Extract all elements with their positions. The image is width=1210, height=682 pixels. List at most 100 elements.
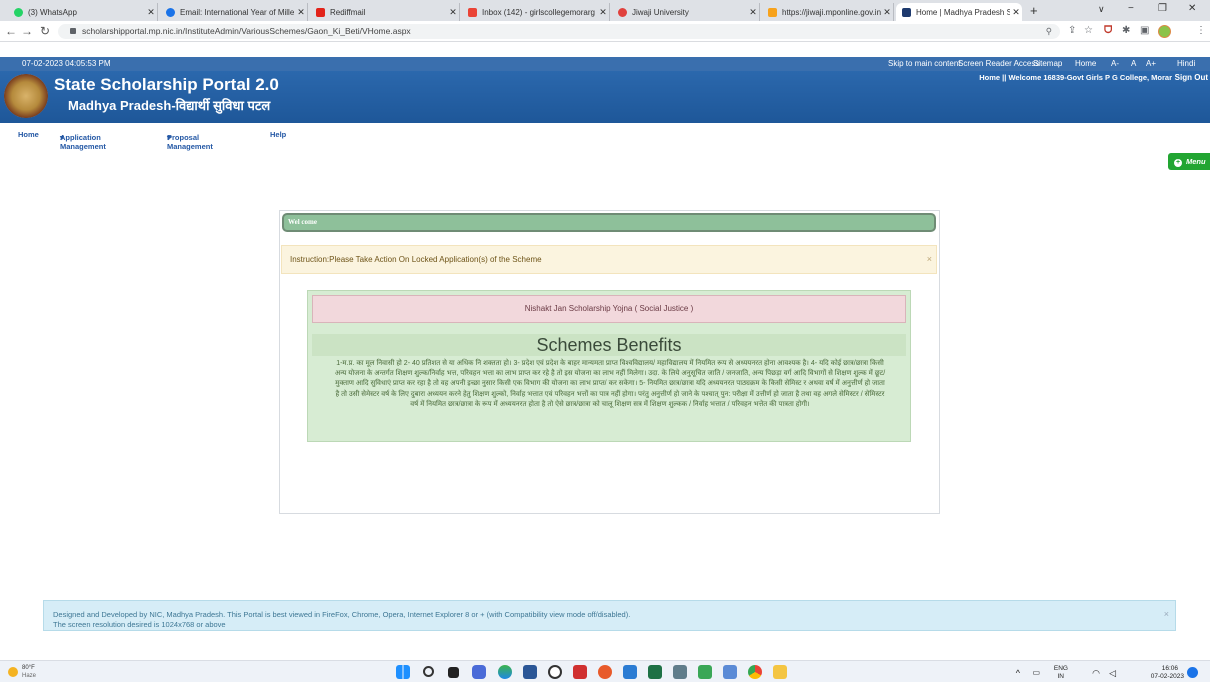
calculator-icon[interactable] [673,665,687,679]
whatsapp-icon [14,7,23,17]
tab-gmail[interactable]: Inbox (142) - girlscollegemorarg ✕ [462,3,610,21]
bookmark-star-icon[interactable]: ☆ [1084,25,1093,36]
instruction-text: Instruction:Please Take Action On Locked… [290,255,542,264]
store-icon[interactable] [523,665,537,679]
start-windows-icon[interactable] [396,665,410,679]
sign-out-link[interactable]: Sign Out [1175,73,1208,82]
site-header: State Scholarship Portal 2.0 Madhya Prad… [0,71,1210,123]
footer-credit: Designed and Developed by NIC, Madhya Pr… [53,610,631,619]
share-icon[interactable]: ⇪ [1068,25,1076,36]
footer-close-icon[interactable]: × [1164,609,1169,619]
task-view-icon[interactable] [448,667,459,678]
email-icon [166,7,175,17]
url-bar[interactable]: scholarshipportal.mp.nic.in/InstituteAdm… [58,24,1060,39]
home-top-link[interactable]: Home [1075,59,1096,68]
dropdown-caret-icon: ▾ [167,133,171,142]
menu-toggle-button[interactable]: + Menu [1168,153,1210,170]
chevron-up-icon[interactable]: ^ [1016,668,1020,678]
dell-icon[interactable] [548,665,562,679]
welcome-bar: Wel come [282,213,936,232]
sitemap-link[interactable]: Sitemap [1033,59,1062,68]
gmail-icon [468,7,477,17]
tab-close-icon[interactable]: ✕ [145,7,157,18]
extension-icon[interactable]: ᗜ [1104,25,1112,36]
portal-icon [902,7,911,17]
address-toolbar: ← → ↻ scholarshipportal.mp.nic.in/Instit… [0,21,1210,42]
window-close-button[interactable]: ✕ [1188,3,1196,14]
plus-icon: + [1174,159,1182,167]
tab-mponline[interactable]: https://jiwaji.mponline.gov.in/p ✕ [762,3,894,21]
tab-close-icon[interactable]: ✕ [295,7,307,18]
files-icon[interactable] [698,665,712,679]
chrome-icon[interactable] [748,665,762,679]
menu-help[interactable]: Help [270,130,286,139]
screen-reader-link[interactable]: Screen Reader Access [958,59,1039,68]
benefits-heading: Schemes Benefits [312,334,906,356]
font-decrease-link[interactable]: A- [1111,59,1119,68]
font-normal-link[interactable]: A [1131,59,1136,68]
clock-time: 16:06 [1161,665,1178,672]
tab-close-icon[interactable]: ✕ [597,7,609,18]
maximize-button[interactable]: ❐ [1158,3,1167,14]
tab-rediffmail[interactable]: Rediffmail ✕ [310,3,460,21]
profile-avatar[interactable] [1158,25,1171,38]
windows-taskbar: 80°F Haze ^ ▭ ENG IN ◠ ◁ 16:06 07-02-202… [0,660,1210,682]
excel-icon[interactable] [648,665,662,679]
skip-to-content-link[interactable]: Skip to main content [888,59,960,68]
url-text: scholarshipportal.mp.nic.in/InstituteAdm… [82,26,411,36]
benefits-text: 1-म.प्र. का मूल निवासी हो 2- 40 प्रतिशत … [334,360,886,408]
forward-icon[interactable]: → [20,24,34,38]
browser-menu-icon[interactable]: ⋮ [1196,25,1206,36]
tab-close-icon[interactable]: ✕ [881,7,893,18]
keyboard-icon[interactable]: ▭ [1032,668,1040,677]
chat-icon[interactable] [472,665,486,679]
menu-home[interactable]: Home [18,130,39,139]
lock-icon [70,28,76,34]
zoom-icon[interactable]: ⚲ [1046,24,1052,39]
hindi-link[interactable]: Hindi [1177,59,1195,68]
tab-close-icon[interactable]: ✕ [447,7,459,18]
sun-icon [8,667,18,677]
browser-tab-bar: (3) WhatsApp ✕ Email: International Year… [0,0,1210,21]
main-menu: Home Application Management ▾ Proposal M… [18,130,287,151]
minimize-button[interactable]: − [1128,3,1134,14]
file-explorer-icon[interactable] [773,665,787,679]
instruction-alert: Instruction:Please Take Action On Locked… [281,245,937,274]
welcome-text: Home || Welcome 16839-Govt Girls P G Col… [979,73,1172,82]
alert-close-icon[interactable]: × [927,246,932,273]
tab-scholarship-active[interactable]: Home | Madhya Pradesh Schola ✕ [896,3,1022,21]
tab-close-icon[interactable]: ✕ [747,7,759,18]
back-icon[interactable]: ← [4,24,18,38]
reload-icon[interactable]: ↻ [38,24,52,38]
mcafee-icon[interactable] [573,665,587,679]
scheme-name[interactable]: Nishakt Jan Scholarship Yojna ( Social J… [312,295,906,323]
photos-icon[interactable] [723,665,737,679]
site-footer: Designed and Developed by NIC, Madhya Pr… [43,600,1176,631]
jiwaji-icon [618,7,627,17]
footer-resolution-note: The screen resolution desired is 1024x76… [53,620,226,629]
font-increase-link[interactable]: A+ [1146,59,1156,68]
site-title: State Scholarship Portal 2.0 [54,75,279,94]
wifi-icon[interactable]: ◠ [1092,668,1100,679]
tab-search-button[interactable]: ∨ [1098,4,1105,15]
current-datetime: 07-02-2023 04:05:53 PM [22,59,111,68]
tab-jiwaji[interactable]: Jiwaji University ✕ [612,3,760,21]
tab-whatsapp[interactable]: (3) WhatsApp ✕ [8,3,158,21]
word-icon[interactable] [623,665,637,679]
edge-icon[interactable] [498,665,512,679]
site-subtitle: Madhya Pradesh-विद्यार्थी सुविधा पटल [68,98,271,113]
mp-emblem-logo [4,74,48,118]
dropdown-caret-icon: ▾ [60,133,64,142]
volume-icon[interactable]: ◁ [1109,668,1116,679]
scheme-box: Nishakt Jan Scholarship Yojna ( Social J… [307,290,911,442]
new-tab-button[interactable]: + [1030,3,1038,18]
sidepanel-icon[interactable]: ▣ [1140,25,1149,36]
app-icon[interactable] [598,665,612,679]
search-icon[interactable] [423,666,434,677]
extensions-puzzle-icon[interactable]: ✱ [1122,25,1130,36]
tab-email[interactable]: Email: International Year of Mille ✕ [160,3,308,21]
notification-icon[interactable] [1187,667,1198,678]
site-top-strip: 07-02-2023 04:05:53 PM Skip to main cont… [0,57,1210,71]
tab-close-icon[interactable]: ✕ [1010,7,1022,18]
rediff-icon [316,7,325,17]
